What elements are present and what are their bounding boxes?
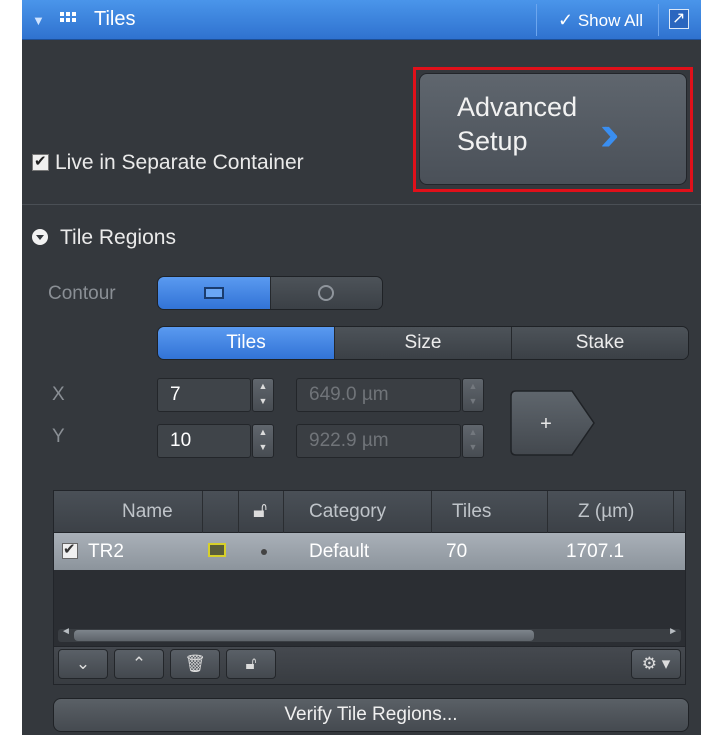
show-all-toggle[interactable]: ✓ Show All xyxy=(558,10,643,31)
settings-gear-icon[interactable]: ⚙ ▾ xyxy=(631,649,681,679)
contour-label: Contour xyxy=(48,283,116,304)
column-divider xyxy=(673,491,674,533)
y-tiles-field[interactable]: 10 xyxy=(157,424,251,458)
x-size-field: 649.0 µm xyxy=(296,378,461,412)
panel-title: Tiles xyxy=(94,8,136,30)
header-divider xyxy=(658,4,659,36)
scroll-right-icon[interactable]: ► xyxy=(668,626,678,637)
tab-tiles[interactable]: Tiles xyxy=(158,327,334,359)
circle-icon xyxy=(318,285,335,301)
live-separate-checkbox[interactable]: Live in Separate Container xyxy=(32,151,304,175)
column-header-category[interactable]: Category xyxy=(309,501,386,523)
tiles-panel: ▼ Tiles ✓ Show All Advanced Setup ›› Liv… xyxy=(22,0,701,735)
plus-icon: + xyxy=(540,413,552,435)
header-divider xyxy=(536,4,537,36)
row-tiles: 70 xyxy=(446,541,468,562)
live-separate-label: Live in Separate Container xyxy=(55,151,304,174)
tile-regions-header[interactable]: Tile Regions xyxy=(32,226,176,250)
y-size-field: 922.9 µm xyxy=(296,424,461,458)
y-size-spinner: ▲ ▼ xyxy=(462,424,484,458)
show-all-label: Show All xyxy=(577,11,644,30)
column-divider xyxy=(238,491,239,533)
expand-toggle-icon[interactable] xyxy=(32,229,48,245)
y-label: Y xyxy=(52,426,65,447)
rectangle-contour-icon xyxy=(208,543,226,557)
unlocked-indicator-icon xyxy=(261,549,267,555)
column-divider xyxy=(283,491,284,533)
advanced-setup-button[interactable]: Advanced Setup ›› xyxy=(419,73,687,185)
table-row[interactable]: TR2 Default 70 1707.1 xyxy=(54,533,685,570)
delete-icon[interactable]: 🗑︎ xyxy=(170,649,220,679)
lock-icon[interactable]: 🔓︎ xyxy=(253,497,267,523)
move-up-button[interactable]: ⌃ xyxy=(114,649,164,679)
contour-circle-option[interactable] xyxy=(269,277,382,309)
unlock-icon[interactable]: 🔓︎ xyxy=(226,649,276,679)
scroll-left-icon[interactable]: ◄ xyxy=(61,626,71,637)
collapse-arrow-icon[interactable]: ▼ xyxy=(32,13,45,28)
panel-header: ▼ Tiles ✓ Show All xyxy=(22,0,701,40)
x-tiles-spinner[interactable]: ▲ ▼ xyxy=(252,378,274,412)
column-divider xyxy=(202,491,203,533)
mode-tabs: Tiles Size Stake xyxy=(157,326,689,360)
double-chevron-right-icon: ›› xyxy=(600,105,620,161)
column-divider xyxy=(547,491,548,533)
scrollbar-thumb[interactable] xyxy=(74,630,534,641)
row-category: Default xyxy=(309,541,370,562)
horizontal-scrollbar[interactable]: ◄ ► xyxy=(58,626,681,642)
checkbox-icon[interactable] xyxy=(32,152,49,171)
add-tile-region-button[interactable]: + xyxy=(510,390,596,456)
column-header-z[interactable]: Z (µm) xyxy=(578,501,634,523)
table-header: Name 🔓︎ Category Tiles Z (µm) xyxy=(54,491,685,533)
check-icon: ✓ xyxy=(558,10,574,30)
tiles-grid-icon xyxy=(60,12,76,26)
advanced-setup-label-line2: Setup xyxy=(457,126,528,156)
move-down-button[interactable]: ⌄ xyxy=(58,649,108,679)
x-size-spinner: ▲ ▼ xyxy=(462,378,484,412)
row-z: 1707.1 xyxy=(566,541,625,562)
rectangle-icon xyxy=(203,287,224,299)
column-header-name[interactable]: Name xyxy=(122,501,173,523)
tab-stake[interactable]: Stake xyxy=(511,327,688,359)
table-toolbar: ⌄ ⌃ 🗑︎ 🔓︎ ⚙ ▾ xyxy=(54,646,685,684)
y-tiles-spinner[interactable]: ▲ ▼ xyxy=(252,424,274,458)
column-divider xyxy=(431,491,432,533)
row-checkbox[interactable] xyxy=(62,540,78,559)
tile-regions-table: Name 🔓︎ Category Tiles Z (µm) TR2 Defaul… xyxy=(53,490,686,685)
row-name: TR2 xyxy=(88,541,124,562)
tile-regions-title: Tile Regions xyxy=(60,226,176,249)
popout-icon[interactable] xyxy=(669,8,689,29)
verify-tile-regions-button[interactable]: Verify Tile Regions... xyxy=(53,698,689,732)
x-label: X xyxy=(52,384,65,405)
x-tiles-field[interactable]: 7 xyxy=(157,378,251,412)
advanced-setup-label-line1: Advanced xyxy=(457,92,578,122)
column-header-tiles[interactable]: Tiles xyxy=(452,501,491,523)
contour-selector xyxy=(157,276,383,310)
tab-size[interactable]: Size xyxy=(334,327,511,359)
contour-rectangle-option[interactable] xyxy=(158,277,270,309)
section-divider xyxy=(22,204,701,205)
